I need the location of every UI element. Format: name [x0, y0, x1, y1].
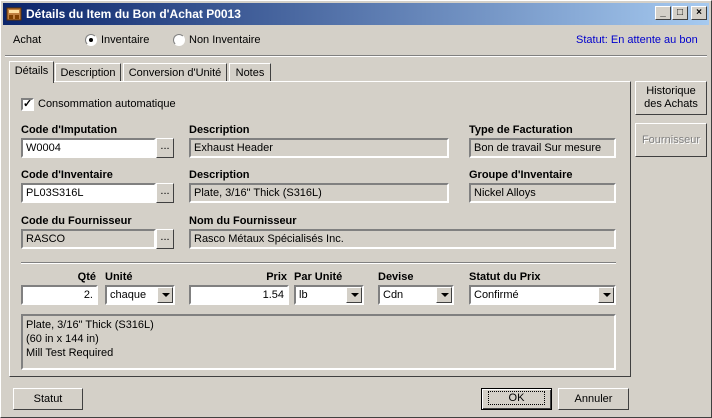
par-unite-value: lb	[299, 289, 308, 301]
auto-consumption-checkbox[interactable]: ✓	[21, 98, 34, 111]
radio-inventaire[interactable]	[85, 34, 97, 46]
radio-non-inventaire[interactable]	[173, 34, 185, 46]
chevron-down-icon[interactable]	[436, 287, 452, 303]
nom-fournisseur-label: Nom du Fournisseur	[189, 215, 297, 227]
type-facturation-label: Type de Facturation	[469, 124, 573, 136]
groupe-inventaire-field: Nickel Alloys	[469, 183, 616, 203]
qte-input[interactable]: 2.	[21, 285, 98, 305]
devise-label: Devise	[378, 271, 414, 283]
po-item-details-window: Détails du Item du Bon d'Achat P0013 _ □…	[0, 0, 712, 418]
type-facturation-field: Bon de travail Sur mesure	[469, 138, 616, 158]
par-unite-label: Par Unité	[294, 271, 343, 283]
item-memo: Plate, 3/16" Thick (S316L) (60 in x 144 …	[21, 314, 616, 370]
prix-input[interactable]: 1.54	[189, 285, 289, 305]
par-unite-select[interactable]: lb	[294, 285, 364, 305]
description-1-field: Exhaust Header	[189, 138, 449, 158]
prix-label: Prix	[266, 271, 287, 283]
groupe-inventaire-label: Groupe d'Inventaire	[469, 169, 573, 181]
description-2-field: Plate, 3/16" Thick (S316L)	[189, 183, 449, 203]
devise-select[interactable]: Cdn	[378, 285, 454, 305]
ok-button[interactable]: OK	[481, 388, 552, 410]
statut-prix-value: Confirmé	[474, 289, 519, 301]
details-panel: ✓ Consommation automatique Code d'Imputa…	[9, 81, 631, 377]
code-imputation-input[interactable]: W0004	[21, 138, 156, 158]
close-button[interactable]: ×	[691, 6, 707, 20]
description-2-label: Description	[189, 169, 250, 181]
header-divider	[5, 55, 707, 57]
code-fournisseur-label: Code du Fournisseur	[21, 215, 132, 227]
devise-value: Cdn	[383, 289, 404, 301]
tab-notes[interactable]: Notes	[229, 63, 271, 83]
tab-conversion-unite[interactable]: Conversion d'Unité	[123, 63, 227, 83]
tab-description[interactable]: Description	[55, 63, 121, 83]
chevron-down-icon[interactable]	[346, 287, 362, 303]
code-fournisseur-browse-button[interactable]: ...	[156, 229, 174, 249]
tab-details[interactable]: Détails	[9, 61, 54, 83]
auto-consumption-label[interactable]: Consommation automatique	[38, 98, 176, 110]
description-1-label: Description	[189, 124, 250, 136]
unite-select[interactable]: chaque	[105, 285, 175, 305]
unite-label: Unité	[105, 271, 133, 283]
chevron-down-icon[interactable]	[157, 287, 173, 303]
window-title: Détails du Item du Bon d'Achat P0013	[26, 7, 241, 21]
ok-label: OK	[487, 391, 546, 405]
code-inventaire-input[interactable]: PL03S316L	[21, 183, 156, 203]
statut-prix-label: Statut du Prix	[469, 271, 541, 283]
panel-divider	[21, 262, 616, 264]
nom-fournisseur-field: Rasco Métaux Spécialisés Inc.	[189, 229, 616, 249]
code-imputation-label: Code d'Imputation	[21, 124, 118, 136]
chevron-down-icon[interactable]	[598, 287, 614, 303]
minimize-button[interactable]: _	[655, 6, 671, 20]
code-fournisseur-field: RASCO	[21, 229, 156, 249]
title-bar[interactable]: Détails du Item du Bon d'Achat P0013 _ □…	[3, 3, 709, 25]
status-text: Statut: En attente au bon	[576, 34, 698, 46]
radio-non-inventaire-label[interactable]: Non Inventaire	[189, 34, 261, 46]
maximize-button[interactable]: □	[672, 6, 688, 20]
historique-achats-button[interactable]: Historique des Achats	[635, 81, 707, 115]
app-icon	[6, 7, 22, 21]
radio-inventaire-label[interactable]: Inventaire	[101, 34, 149, 46]
code-inventaire-browse-button[interactable]: ...	[156, 183, 174, 203]
code-imputation-browse-button[interactable]: ...	[156, 138, 174, 158]
qte-label: Qté	[77, 271, 96, 283]
code-inventaire-label: Code d'Inventaire	[21, 169, 113, 181]
statut-button[interactable]: Statut	[13, 388, 83, 410]
fournisseur-button[interactable]: Fournisseur	[635, 123, 707, 157]
annuler-button[interactable]: Annuler	[558, 388, 629, 410]
statut-prix-select[interactable]: Confirmé	[469, 285, 616, 305]
achat-label: Achat	[13, 34, 42, 46]
unite-value: chaque	[110, 289, 147, 301]
